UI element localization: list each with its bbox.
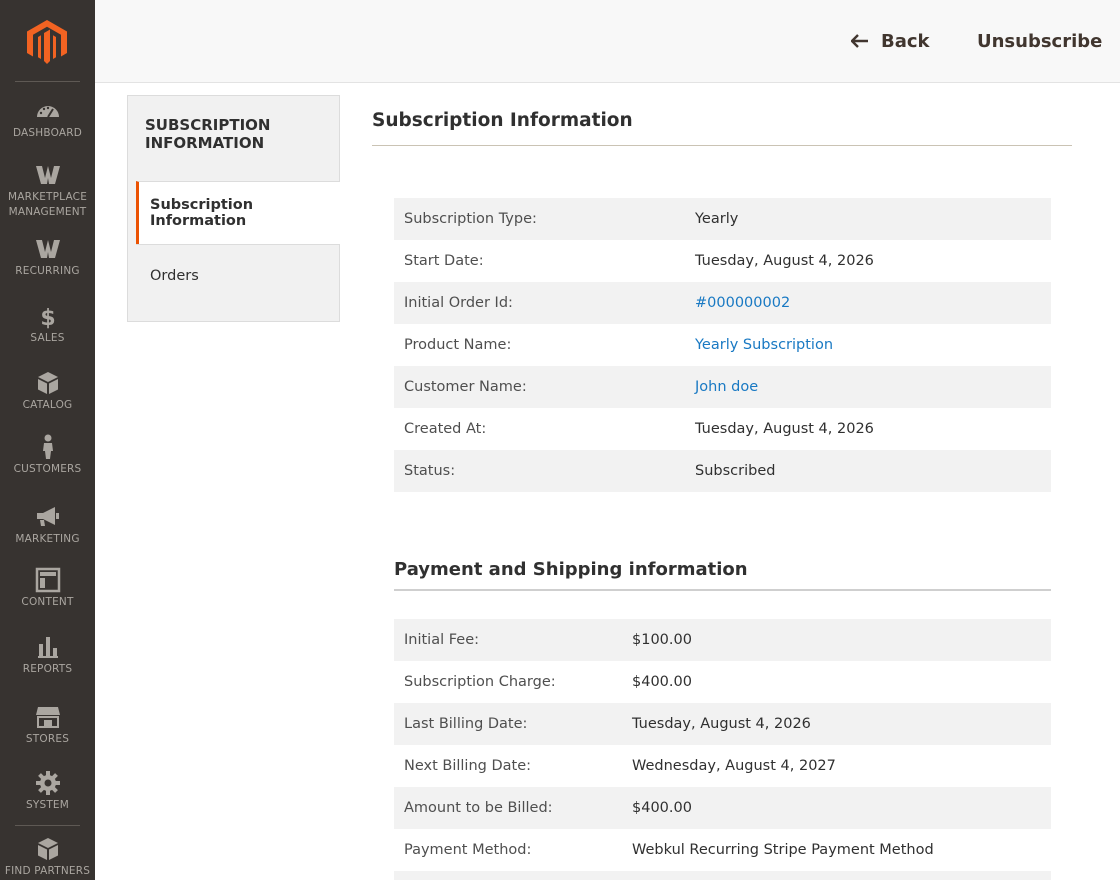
sidebar-item-system[interactable]: SYSTEM	[0, 770, 95, 813]
dollar-icon: $	[40, 306, 55, 329]
tabs-title: SUBSCRIPTION INFORMATION	[145, 116, 271, 152]
customer-name-link[interactable]: John doe	[695, 379, 758, 395]
sidebar-item-label: REPORTS	[22, 663, 73, 675]
sidebar-item-label: RECURRING	[15, 265, 80, 277]
row-value: $100.00	[622, 619, 1051, 661]
back-button-label: Back	[881, 30, 930, 52]
row-label: Product Name:	[404, 337, 512, 353]
row-label: Payment Method:	[404, 842, 532, 858]
row-label: Status:	[394, 450, 685, 492]
storefront-icon	[35, 707, 60, 728]
status-value: Subscribed	[685, 450, 1051, 492]
sidebar-item-stores[interactable]: STORES	[0, 704, 95, 747]
box-icon	[37, 372, 58, 394]
sidebar-item-label: DASHBOARD	[12, 127, 83, 139]
bar-chart-icon	[37, 637, 58, 658]
payment-section-divider	[394, 589, 1051, 591]
person-icon	[42, 434, 53, 459]
sidebar-item-catalog[interactable]: CATALOG	[0, 370, 95, 413]
row-label: Start Date:	[404, 253, 484, 269]
table-row: Subscription Type: Yearly	[394, 198, 1051, 240]
table-row: Subscription Charge: $400.00	[394, 661, 1051, 703]
payment-info-table: Initial Fee: $100.00 Subscription Charge…	[394, 619, 1051, 880]
sidebar-item-label: MARKETING	[15, 533, 80, 545]
section-divider	[372, 145, 1072, 146]
table-row: Start Date: Tuesday, August 4, 2026	[394, 240, 1051, 282]
magento-logo-icon[interactable]	[27, 20, 67, 64]
sidebar-divider	[15, 825, 80, 826]
sidebar-item-content[interactable]: CONTENT	[0, 567, 95, 610]
row-value: $400.00	[632, 674, 692, 690]
sidebar-item-label: STORES	[25, 733, 70, 745]
sidebar-item-label: FIND PARTNERS	[4, 865, 91, 877]
row-value: Yearly	[685, 198, 1051, 240]
table-row: Status: Subscribed	[394, 450, 1051, 492]
row-value: Wednesday, August 4, 2027	[632, 758, 836, 774]
sidebar-item-label: MARKETPLACE MANAGEMENT	[7, 191, 88, 218]
sidebar-item-customers[interactable]: CUSTOMERS	[0, 434, 95, 477]
webkul-icon	[35, 240, 60, 258]
table-row: Payment Method: Webkul Recurring Stripe …	[394, 829, 1051, 871]
sidebar-item-dashboard[interactable]: DASHBOARD	[0, 98, 95, 141]
sidebar-item-label: CATALOG	[22, 399, 73, 411]
sidebar-divider	[15, 81, 80, 82]
table-row: Initial Fee: $100.00	[394, 619, 1051, 661]
table-row: Amount to be Billed: $400.00	[394, 787, 1051, 829]
sidebar-item-sales[interactable]: $ SALES	[0, 303, 95, 346]
layout-icon	[35, 567, 60, 593]
product-name-link[interactable]: Yearly Subscription	[695, 337, 833, 353]
row-label: Subscription Type:	[394, 198, 685, 240]
sidebar-item-marketing[interactable]: MARKETING	[0, 504, 95, 547]
row-label: Next Billing Date:	[404, 758, 531, 774]
tab-orders[interactable]: Orders	[136, 244, 340, 307]
sidebar-item-find-partners[interactable]: FIND PARTNERS	[0, 836, 95, 879]
subscription-info-table: Subscription Type: Yearly Start Date: Tu…	[394, 198, 1051, 492]
svg-text:$: $	[40, 306, 55, 329]
megaphone-icon	[36, 507, 59, 526]
row-label: Subscription Charge:	[404, 674, 556, 690]
arrow-left-icon	[851, 34, 868, 48]
sidebar-item-label: CONTENT	[21, 596, 74, 608]
admin-sidebar: DASHBOARD MARKETPLACE MANAGEMENT RECURRI…	[0, 0, 95, 880]
cube-icon	[37, 838, 58, 860]
payment-section-title: Payment and Shipping information	[394, 559, 748, 580]
subscription-tabs: SUBSCRIPTION INFORMATION Subscription In…	[127, 95, 340, 322]
sidebar-item-label: SALES	[30, 332, 65, 344]
dashboard-icon	[36, 106, 59, 118]
row-label: Amount to be Billed:	[394, 787, 622, 829]
sidebar-item-recurring[interactable]: RECURRING	[0, 236, 95, 279]
table-row: Last Billing Date: Tuesday, August 4, 20…	[394, 703, 1051, 745]
table-row	[394, 871, 1051, 880]
initial-order-link[interactable]: #000000002	[695, 295, 790, 311]
row-value: Tuesday, August 4, 2026	[695, 253, 874, 269]
row-value: Tuesday, August 4, 2026	[695, 421, 874, 437]
table-row: Customer Name: John doe	[394, 366, 1051, 408]
gear-icon	[35, 771, 60, 795]
row-label: Customer Name:	[394, 366, 685, 408]
row-value: $400.00	[622, 787, 1051, 829]
section-title: Subscription Information	[372, 110, 633, 131]
sidebar-item-label: CUSTOMERS	[13, 463, 82, 475]
row-label: Created At:	[404, 421, 487, 437]
unsubscribe-button[interactable]: Unsubscribe	[977, 27, 1102, 55]
table-row: Created At: Tuesday, August 4, 2026	[394, 408, 1051, 450]
row-label: Initial Order Id:	[394, 282, 685, 324]
sidebar-item-marketplace-management[interactable]: MARKETPLACE MANAGEMENT	[0, 162, 95, 220]
table-row: Product Name: Yearly Subscription	[394, 324, 1051, 366]
table-row: Next Billing Date: Wednesday, August 4, …	[394, 745, 1051, 787]
sidebar-item-label: SYSTEM	[25, 799, 70, 811]
row-value: Webkul Recurring Stripe Payment Method	[632, 842, 934, 858]
webkul-icon	[35, 166, 60, 184]
table-row: Initial Order Id: #000000002	[394, 282, 1051, 324]
back-button[interactable]: Back	[851, 27, 930, 55]
row-value: Tuesday, August 4, 2026	[622, 703, 1051, 745]
row-label: Last Billing Date:	[394, 703, 622, 745]
row-label: Initial Fee:	[394, 619, 622, 661]
page-header: Back Unsubscribe	[95, 0, 1120, 83]
tab-subscription-information[interactable]: Subscription Information	[136, 181, 340, 244]
sidebar-item-reports[interactable]: REPORTS	[0, 634, 95, 677]
